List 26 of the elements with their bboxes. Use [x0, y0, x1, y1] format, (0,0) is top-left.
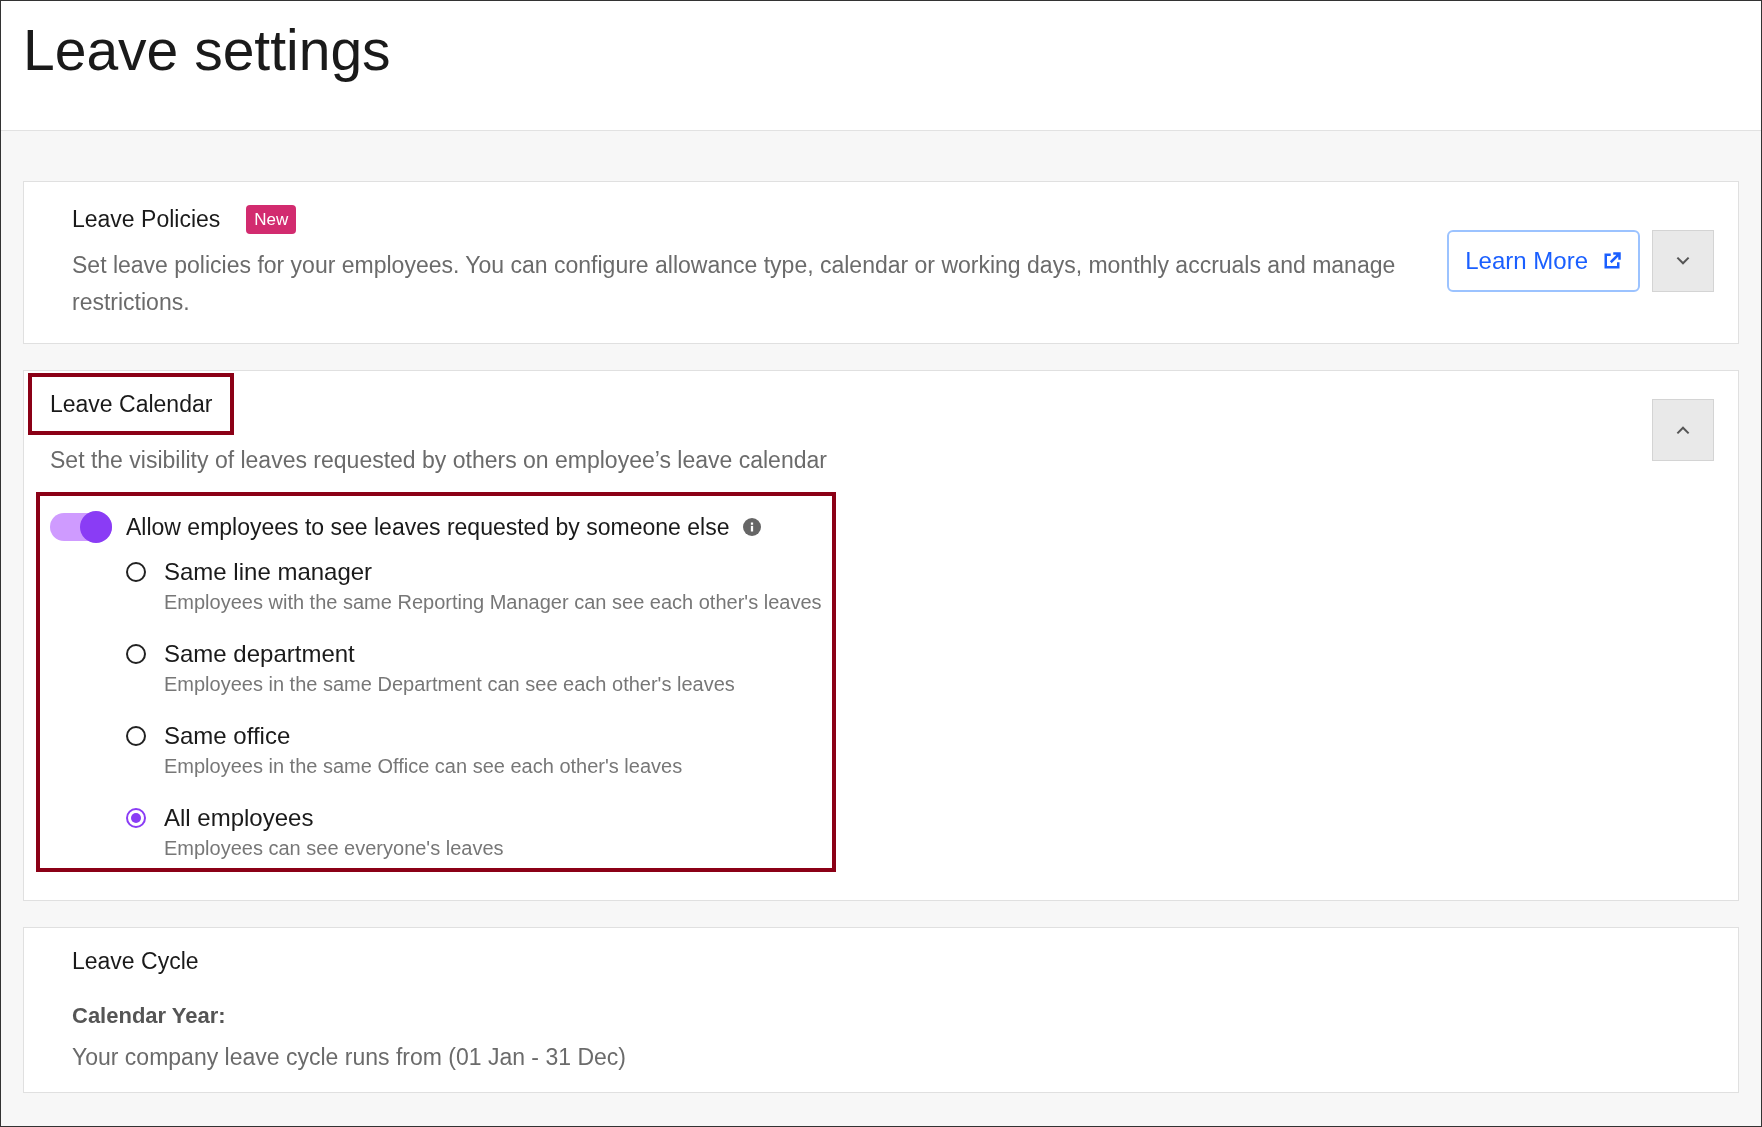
- section-title: Leave Calendar: [28, 372, 235, 435]
- option-hint: Employees in the same Department can see each other's leaves: [164, 672, 735, 697]
- radio-button[interactable]: [126, 562, 146, 582]
- section-description: Set the visibility of leaves requested by others on employee’s leave calendar: [50, 446, 828, 475]
- radio-button[interactable]: [126, 726, 146, 746]
- radio-button[interactable]: [126, 644, 146, 664]
- option-hint: Employees with the same Reporting Manager can see each other's leaves: [164, 590, 822, 615]
- info-icon: [743, 517, 762, 536]
- toggle-switch[interactable]: [50, 512, 112, 541]
- section-title: Leave Policies: [72, 205, 221, 234]
- option-label: Same department: [164, 639, 356, 669]
- option-label: Same line manager: [164, 557, 374, 587]
- option-label: All employees: [164, 803, 315, 833]
- new-badge: New: [246, 204, 297, 234]
- section-description: Your company leave cycle runs from (01 Jan - 31 Dec): [72, 1042, 626, 1072]
- section-subtitle: Calendar Year:: [72, 1001, 226, 1030]
- option-hint: Employees can see everyone's leaves: [164, 836, 504, 861]
- toggle-label: Allow employees to see leaves requested by someone else: [126, 512, 730, 542]
- learn-more-link[interactable]: Learn More: [1447, 230, 1640, 293]
- external-link-icon: [1602, 251, 1622, 272]
- radio-button[interactable]: [126, 808, 146, 828]
- section-title: Leave Cycle: [72, 947, 199, 976]
- page-title: Leave settings: [23, 17, 391, 84]
- option-hint: Employees in the same Office can see each other's leaves: [164, 754, 683, 779]
- option-label: Same office: [164, 721, 292, 751]
- section-description: Set leave policies for your employees. You can configure allowance type, calendar or working days, monthly accruals and manage restrictions.: [72, 250, 1397, 317]
